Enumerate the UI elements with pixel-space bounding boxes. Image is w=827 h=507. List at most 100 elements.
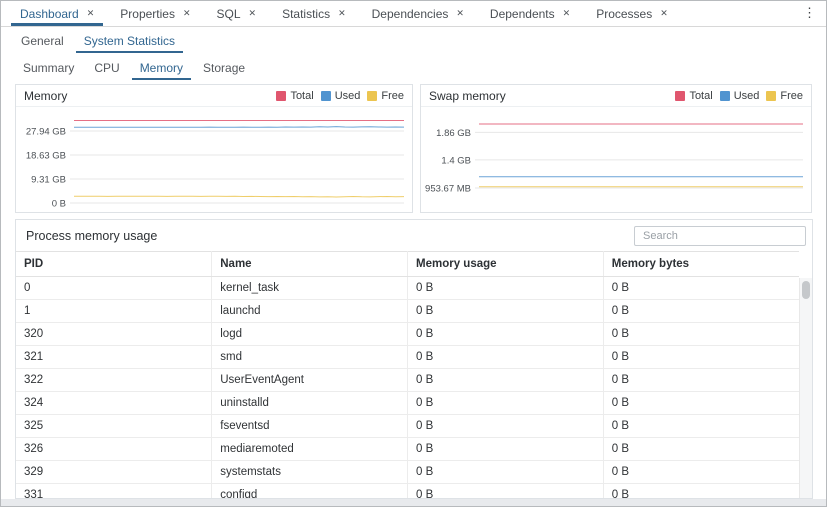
main-tab-dependents[interactable]: Dependents ✕ [477, 1, 583, 26]
table-row[interactable]: 329systemstats0 B0 B [16, 461, 799, 484]
main-tab-processes[interactable]: Processes ✕ [583, 1, 681, 26]
tab-label: Dependents [490, 7, 555, 21]
table-row[interactable]: 322UserEventAgent0 B0 B [16, 369, 799, 392]
table-cell: 0 B [408, 323, 604, 346]
close-icon[interactable]: ✕ [87, 9, 95, 18]
process-table-body: 0kernel_task0 B0 B1launchd0 B0 B320logd0… [16, 277, 799, 500]
table-cell: 321 [16, 346, 212, 369]
subtab-memory[interactable]: Memory [130, 54, 193, 81]
kebab-menu-icon[interactable]: ⋮ [799, 5, 820, 21]
table-cell: 0 B [408, 300, 604, 323]
table-cell: kernel_task [212, 277, 408, 300]
table-cell: 0 B [408, 369, 604, 392]
memory-usage-chart: 0 B9.31 GB18.63 GB27.94 GB [16, 107, 412, 211]
table-cell: smd [212, 346, 408, 369]
table-row[interactable]: 1launchd0 B0 B [16, 300, 799, 323]
legend-item-free: Free [766, 90, 803, 102]
close-icon[interactable]: ✕ [563, 9, 571, 18]
close-icon[interactable]: ✕ [456, 9, 464, 18]
subtab-storage[interactable]: Storage [193, 54, 255, 81]
tab-label: Statistics [282, 7, 330, 21]
subtab-cpu[interactable]: CPU [84, 54, 129, 81]
main-tab-dependencies[interactable]: Dependencies✕ [359, 1, 477, 26]
process-panel-header: Process memory usage [16, 220, 812, 251]
swap-chart-panel: Swap memory TotalUsedFree 953.67 MB1.4 G… [420, 84, 812, 213]
sub-tab-bar: SummaryCPUMemoryStorage [1, 54, 826, 81]
svg-text:9.31 GB: 9.31 GB [31, 174, 66, 185]
main-tab-statistics[interactable]: Statistics ✕ [269, 1, 359, 26]
legend-item-used: Used [321, 90, 361, 102]
swap-chart-header: Swap memory TotalUsedFree [421, 85, 811, 107]
table-cell: 0 B [603, 392, 799, 415]
table-cell: 0 B [603, 346, 799, 369]
close-icon[interactable]: ✕ [249, 9, 257, 18]
charts-row: Memory TotalUsedFree 0 B9.31 GB18.63 GB2… [1, 81, 826, 213]
table-cell: systemstats [212, 461, 408, 484]
table-cell: uninstalld [212, 392, 408, 415]
table-row[interactable]: 324uninstalld0 B0 B [16, 392, 799, 415]
table-cell: 0 B [408, 438, 604, 461]
table-cell: 0 B [603, 369, 799, 392]
table-row[interactable]: 321smd0 B0 B [16, 346, 799, 369]
svg-text:18.63 GB: 18.63 GB [26, 150, 66, 161]
table-cell: 0 [16, 277, 212, 300]
legend-swatch-icon [675, 91, 685, 101]
legend-label: Free [381, 90, 404, 102]
table-cell: 0 B [408, 461, 604, 484]
memory-chart-title: Memory [24, 89, 67, 103]
table-cell: 1 [16, 300, 212, 323]
table-cell: mediaremoted [212, 438, 408, 461]
table-cell: 320 [16, 323, 212, 346]
svg-text:953.67 MB: 953.67 MB [425, 183, 471, 194]
window-bottom-edge [1, 499, 826, 506]
legend-item-total: Total [675, 90, 712, 102]
table-row[interactable]: 326mediaremoted0 B0 B [16, 438, 799, 461]
svg-text:1.86 GB: 1.86 GB [436, 128, 471, 139]
legend-label: Used [335, 90, 361, 102]
table-cell: 0 B [603, 415, 799, 438]
table-cell: 329 [16, 461, 212, 484]
legend-label: Total [290, 90, 313, 102]
tab-label: Processes [596, 7, 652, 21]
column-header-name[interactable]: Name [212, 252, 408, 277]
table-cell: 326 [16, 438, 212, 461]
table-cell: 0 B [603, 300, 799, 323]
table-scrollbar[interactable] [799, 278, 812, 498]
subtab-summary[interactable]: Summary [13, 54, 84, 81]
table-row[interactable]: 325fseventsd0 B0 B [16, 415, 799, 438]
table-cell: 325 [16, 415, 212, 438]
main-tab-sql[interactable]: SQL✕ [204, 1, 270, 26]
process-table-head-row: PIDNameMemory usageMemory bytes [16, 252, 799, 277]
search-input[interactable] [634, 226, 806, 246]
scrollbar-thumb[interactable] [802, 281, 810, 299]
table-cell: 322 [16, 369, 212, 392]
main-tab-properties[interactable]: Properties✕ [107, 1, 203, 26]
table-cell: fseventsd [212, 415, 408, 438]
column-header-memory-usage[interactable]: Memory usage [408, 252, 604, 277]
column-header-pid[interactable]: PID [16, 252, 212, 277]
memory-chart-panel: Memory TotalUsedFree 0 B9.31 GB18.63 GB2… [15, 84, 413, 213]
tab-system-statistics[interactable]: System Statistics [74, 27, 185, 54]
legend-label: Used [734, 90, 760, 102]
column-header-memory-bytes[interactable]: Memory bytes [603, 252, 799, 277]
swap-memory-chart: 953.67 MB1.4 GB1.86 GB [421, 107, 811, 211]
table-cell: 0 B [603, 277, 799, 300]
legend-swatch-icon [720, 91, 730, 101]
table-row[interactable]: 331configd0 B0 B [16, 484, 799, 500]
main-tab-dashboard[interactable]: Dashboard ✕ [7, 1, 107, 26]
close-icon[interactable]: ✕ [660, 9, 668, 18]
tab-general[interactable]: General [11, 27, 74, 54]
table-cell: 0 B [603, 323, 799, 346]
table-cell: 0 B [603, 461, 799, 484]
swap-chart-legend: Total Used Free [675, 90, 803, 102]
close-icon[interactable]: ✕ [338, 9, 346, 18]
table-cell: 0 B [408, 392, 604, 415]
close-icon[interactable]: ✕ [183, 9, 191, 18]
table-row[interactable]: 0kernel_task0 B0 B [16, 277, 799, 300]
table-cell: 0 B [408, 346, 604, 369]
table-row[interactable]: 320logd0 B0 B [16, 323, 799, 346]
tab-label: Dashboard [20, 7, 79, 21]
table-cell: 0 B [408, 415, 604, 438]
legend-label: Free [780, 90, 803, 102]
legend-swatch-icon [321, 91, 331, 101]
